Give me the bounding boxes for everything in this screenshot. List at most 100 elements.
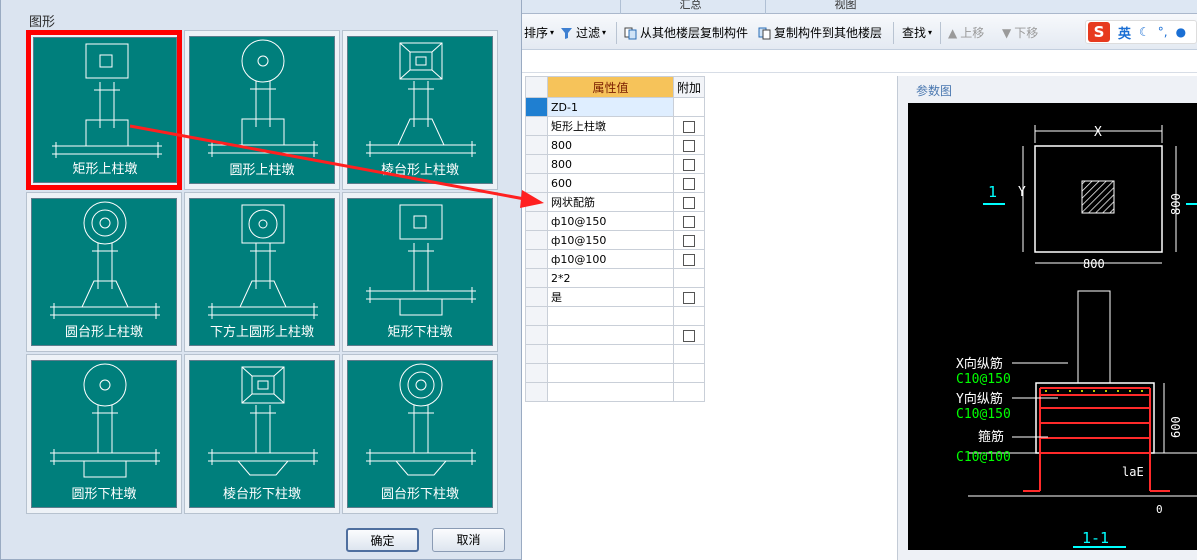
table-row[interactable]: ф10@150 — [525, 230, 706, 250]
sogou-logo-icon: S — [1088, 22, 1110, 42]
filter-button[interactable]: 过滤 ▾ — [560, 24, 606, 42]
moon-icon[interactable]: ☾ — [1139, 25, 1150, 39]
move-up-button[interactable]: ▲ 上移 — [948, 24, 984, 42]
property-value-cell[interactable]: 800 — [547, 135, 674, 155]
table-row[interactable]: 是 — [525, 287, 706, 307]
row-header-cell[interactable] — [525, 306, 548, 326]
table-row[interactable]: 600 — [525, 173, 706, 193]
extra-checkbox[interactable] — [683, 329, 695, 342]
table-row[interactable] — [525, 344, 706, 364]
shape-option-sqcircle-top[interactable]: 下方上圆形上柱墩 — [184, 192, 340, 352]
shape-option-rect-bottom[interactable]: 矩形下柱墩 — [342, 192, 498, 352]
extra-checkbox[interactable] — [683, 253, 695, 266]
table-row[interactable]: ф10@100 — [525, 249, 706, 269]
shape-option-frustum-bottom[interactable]: 棱台形下柱墩 — [184, 354, 340, 514]
property-value-cell[interactable]: ZD-1 — [547, 97, 674, 117]
toolbar-separator — [616, 22, 617, 44]
shape-preview: 圆形上柱墩 — [189, 36, 335, 184]
table-row[interactable] — [525, 306, 706, 326]
shape-preview: 棱台形下柱墩 — [189, 360, 335, 508]
extra-cell — [672, 135, 706, 155]
table-row[interactable]: 矩形上柱墩 — [525, 116, 706, 136]
tab-summary[interactable]: 汇总 — [620, 0, 760, 14]
shape-option-rect-top[interactable]: 矩形上柱墩 — [26, 30, 182, 190]
table-row[interactable]: 网状配筋 — [525, 192, 706, 212]
row-header-cell[interactable] — [525, 211, 548, 231]
find-label: 查找 — [902, 26, 927, 40]
property-value-cell[interactable]: ф10@150 — [547, 230, 674, 250]
extra-checkbox[interactable] — [683, 234, 695, 247]
row-header-cell[interactable] — [525, 382, 548, 402]
shape-option-frustum-top[interactable]: 棱台形上柱墩 — [342, 30, 498, 190]
table-row[interactable] — [525, 363, 706, 383]
toolbar-separator — [893, 22, 894, 44]
table-row[interactable] — [525, 325, 706, 345]
up-arrow-icon: ▲ — [948, 26, 958, 40]
property-value-cell[interactable]: ф10@150 — [547, 211, 674, 231]
property-value-cell[interactable]: ф10@100 — [547, 249, 674, 269]
extra-checkbox[interactable] — [683, 120, 695, 133]
shape-option-cone-top[interactable]: 圆台形上柱墩 — [26, 192, 182, 352]
table-row[interactable]: 2*2 — [525, 268, 706, 288]
extra-checkbox[interactable] — [683, 196, 695, 209]
shape-option-circle-bottom[interactable]: 圆形下柱墩 — [26, 354, 182, 514]
column-header-value[interactable]: 属性值 — [547, 76, 674, 98]
dim-x-label: X — [1094, 125, 1102, 140]
row-header-cell[interactable] — [525, 116, 548, 136]
property-value-cell[interactable] — [547, 363, 674, 383]
table-row[interactable]: ф10@150 — [525, 211, 706, 231]
row-header-cell[interactable] — [525, 268, 548, 288]
row-header-cell[interactable] — [525, 192, 548, 212]
row-header-cell[interactable] — [525, 325, 548, 345]
copy-to-other-floor-button[interactable]: 复制构件到其他楼层 — [758, 24, 882, 42]
cancel-button[interactable]: 取消 — [432, 528, 505, 552]
dropdown-arrow-icon: ▾ — [928, 28, 933, 37]
extra-checkbox[interactable] — [683, 215, 695, 228]
property-table: 属性值 附加 ZD-1 矩形上柱墩 800 800 600 网状配筋 ф10@150 ф10@… — [525, 76, 706, 402]
row-header-cell[interactable] — [525, 363, 548, 383]
table-row[interactable]: 800 — [525, 154, 706, 174]
property-value-cell[interactable] — [547, 382, 674, 402]
sort-button[interactable]: 排序 ▾ — [524, 24, 554, 42]
extra-checkbox[interactable] — [683, 158, 695, 171]
row-header-cell[interactable] — [525, 344, 548, 364]
property-value-cell[interactable] — [547, 325, 674, 345]
extra-cell — [672, 192, 706, 212]
shape-option-circle-top[interactable]: 圆形上柱墩 — [184, 30, 340, 190]
property-value-cell[interactable] — [547, 306, 674, 326]
ime-toolbar[interactable]: S 英 ☾ °, ● — [1085, 20, 1197, 44]
ime-language[interactable]: 英 — [1118, 23, 1131, 42]
property-value-cell[interactable]: 800 — [547, 154, 674, 174]
property-value-cell[interactable]: 是 — [547, 287, 674, 307]
column-header-extra[interactable]: 附加 — [672, 76, 706, 98]
punctuation-icon[interactable]: °, — [1158, 25, 1168, 39]
move-down-button[interactable]: ▼ 下移 — [1002, 24, 1038, 42]
property-value-cell[interactable]: 网状配筋 — [547, 192, 674, 212]
ok-button[interactable]: 确定 — [346, 528, 419, 552]
table-row[interactable] — [525, 382, 706, 402]
shape-option-cone-bottom[interactable]: 圆台形下柱墩 — [342, 354, 498, 514]
property-value-cell[interactable]: 600 — [547, 173, 674, 193]
property-value-cell[interactable] — [547, 344, 674, 364]
microphone-icon[interactable]: ● — [1176, 25, 1186, 39]
row-header-cell[interactable] — [525, 135, 548, 155]
row-header-cell[interactable] — [525, 230, 548, 250]
row-header-cell[interactable] — [525, 249, 548, 269]
find-button[interactable]: 查找 ▾ — [902, 24, 932, 42]
extra-checkbox[interactable] — [683, 139, 695, 152]
property-value-cell[interactable]: 2*2 — [547, 268, 674, 288]
dropdown-arrow-icon: ▾ — [602, 28, 607, 37]
table-row[interactable]: ZD-1 — [525, 97, 706, 117]
extra-checkbox[interactable] — [683, 177, 695, 190]
property-value-cell[interactable]: 矩形上柱墩 — [547, 116, 674, 136]
row-header-cell[interactable] — [525, 173, 548, 193]
row-header-cell[interactable] — [525, 287, 548, 307]
extra-checkbox[interactable] — [683, 291, 695, 304]
copy-from-other-floor-button[interactable]: 从其他楼层复制构件 — [624, 24, 748, 42]
shape-option-label: 棱台形上柱墩 — [380, 163, 459, 178]
row-header-cell — [525, 76, 548, 98]
tab-view[interactable]: 视图 — [765, 0, 925, 14]
row-header-cell[interactable] — [525, 97, 548, 117]
row-header-cell[interactable] — [525, 154, 548, 174]
table-row[interactable]: 800 — [525, 135, 706, 155]
